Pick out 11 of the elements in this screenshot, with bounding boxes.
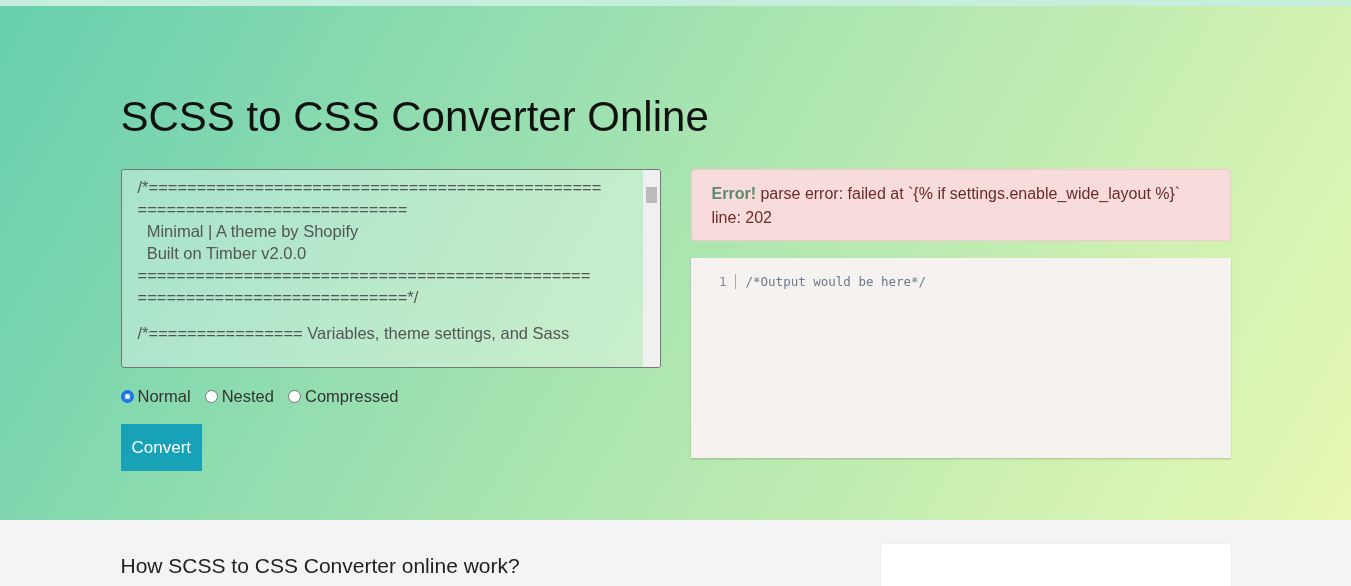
output-editor[interactable]: 1 /*Output would be here*/ [690, 258, 1231, 458]
style-radio[interactable]: Compressed [287, 387, 399, 406]
section-heading: How SCSS to CSS Converter online work? [120, 554, 520, 579]
style-radio[interactable]: Nested [204, 387, 274, 406]
output-code: /*Output would be here*/ [744, 274, 927, 289]
line-number: 1 [708, 274, 736, 289]
scrollbar[interactable] [642, 170, 660, 367]
style-radio[interactable]: Normal [120, 387, 191, 406]
page-title: SCSS to CSS Converter Online [120, 92, 710, 142]
error-alert: Error! parse error: failed at `{% if settings.enable_wide_layout %}` line: 202 [690, 169, 1231, 241]
code-input-field[interactable]: /*=============================================== ============================ Minimal | A theme by Shopify Built on Timber v2.0.0 =============================================== ============================*/ /*================ Variables, theme settings, and Sass [120, 169, 661, 368]
